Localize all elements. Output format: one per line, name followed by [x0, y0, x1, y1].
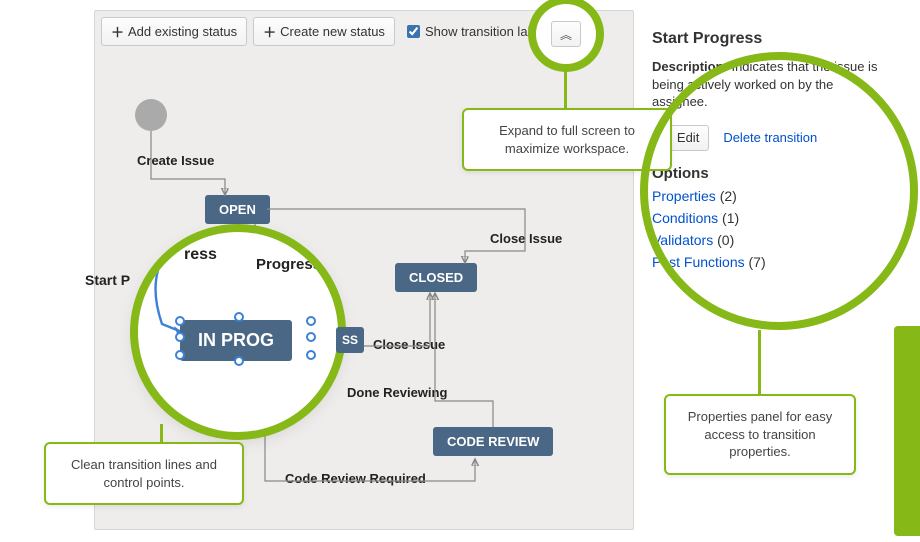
option-count: 1 [727, 210, 735, 226]
option-count: 0 [722, 232, 730, 248]
status-in-progress-peek: SS [336, 327, 364, 353]
panel-callout-text: Properties panel for easy access to tran… [688, 409, 833, 459]
option-count: 2 [724, 188, 732, 204]
plus-icon: ＋ [111, 22, 124, 41]
add-existing-status-button[interactable]: ＋ Add existing status [101, 17, 247, 46]
option-link[interactable]: Conditions [652, 210, 718, 226]
create-new-label: Create new status [280, 24, 385, 39]
show-labels-checkbox[interactable] [407, 25, 420, 38]
status-open[interactable]: OPEN [205, 195, 270, 224]
properties-panel-callout: Properties panel for easy access to tran… [664, 394, 856, 475]
control-point[interactable] [306, 350, 316, 360]
control-point[interactable] [234, 312, 244, 322]
option-link[interactable]: Post Functions [652, 254, 745, 270]
chevrons-up-icon: ︽ [560, 26, 572, 43]
transition-description: Description: Indicates that the issue is… [652, 58, 890, 111]
create-issue-label: Create Issue [137, 153, 214, 168]
control-point[interactable] [306, 316, 316, 326]
zoom-in-progress-node[interactable]: IN PROG [180, 320, 292, 361]
desc-label: Description: [652, 59, 728, 74]
expand-callout-text: Expand to full screen to maximize worksp… [499, 123, 635, 156]
option-count: 7 [753, 254, 761, 270]
option-validators[interactable]: Validators (0) [652, 232, 890, 248]
create-new-status-button[interactable]: ＋ Create new status [253, 17, 395, 46]
zoom-lens: ress Progress IN PROG [138, 232, 338, 432]
start-progress-prefix: Start P [85, 272, 130, 288]
expand-highlight: ︽ [536, 4, 596, 64]
option-link[interactable]: Properties [652, 188, 716, 204]
connector [758, 330, 761, 396]
option-conditions[interactable]: Conditions (1) [652, 210, 890, 226]
option-post-functions[interactable]: Post Functions (7) [652, 254, 890, 270]
zoom-ress-label: ress [184, 246, 217, 264]
green-accent-bar [894, 326, 920, 536]
start-node[interactable] [135, 99, 167, 131]
zoom-node-label: IN PROG [198, 330, 274, 350]
plus-icon: ＋ [263, 22, 276, 41]
clean-callout-text: Clean transition lines and control point… [71, 457, 217, 490]
show-labels-text: Show transition labels [425, 24, 551, 39]
show-transition-labels-toggle[interactable]: Show transition labels [407, 24, 551, 39]
control-point[interactable] [175, 332, 185, 342]
control-point[interactable] [175, 316, 185, 326]
option-properties[interactable]: Properties (2) [652, 188, 890, 204]
transition-title: Start Progress [652, 30, 890, 48]
done-reviewing-label: Done Reviewing [347, 385, 447, 400]
option-link[interactable]: Validators [652, 232, 713, 248]
options-heading: Options [652, 165, 890, 182]
expand-callout: Expand to full screen to maximize worksp… [462, 108, 672, 171]
control-point[interactable] [306, 332, 316, 342]
clean-transitions-callout: Clean transition lines and control point… [44, 442, 244, 505]
control-point[interactable] [175, 350, 185, 360]
status-code-review[interactable]: CODE REVIEW [433, 427, 553, 456]
delete-transition-link[interactable]: Delete transition [723, 130, 817, 145]
connector [160, 424, 163, 444]
control-point[interactable] [234, 356, 244, 366]
add-existing-label: Add existing status [128, 24, 237, 39]
code-review-required-label: Code Review Required [285, 471, 426, 486]
zoom-progress-label: Progress [256, 256, 321, 273]
expand-button[interactable]: ︽ [551, 21, 581, 47]
connector [564, 70, 567, 110]
close-issue-label-top: Close Issue [490, 231, 562, 246]
status-closed[interactable]: CLOSED [395, 263, 477, 292]
close-issue-label-mid: Close Issue [373, 337, 445, 352]
edit-label: Edit [677, 130, 699, 145]
